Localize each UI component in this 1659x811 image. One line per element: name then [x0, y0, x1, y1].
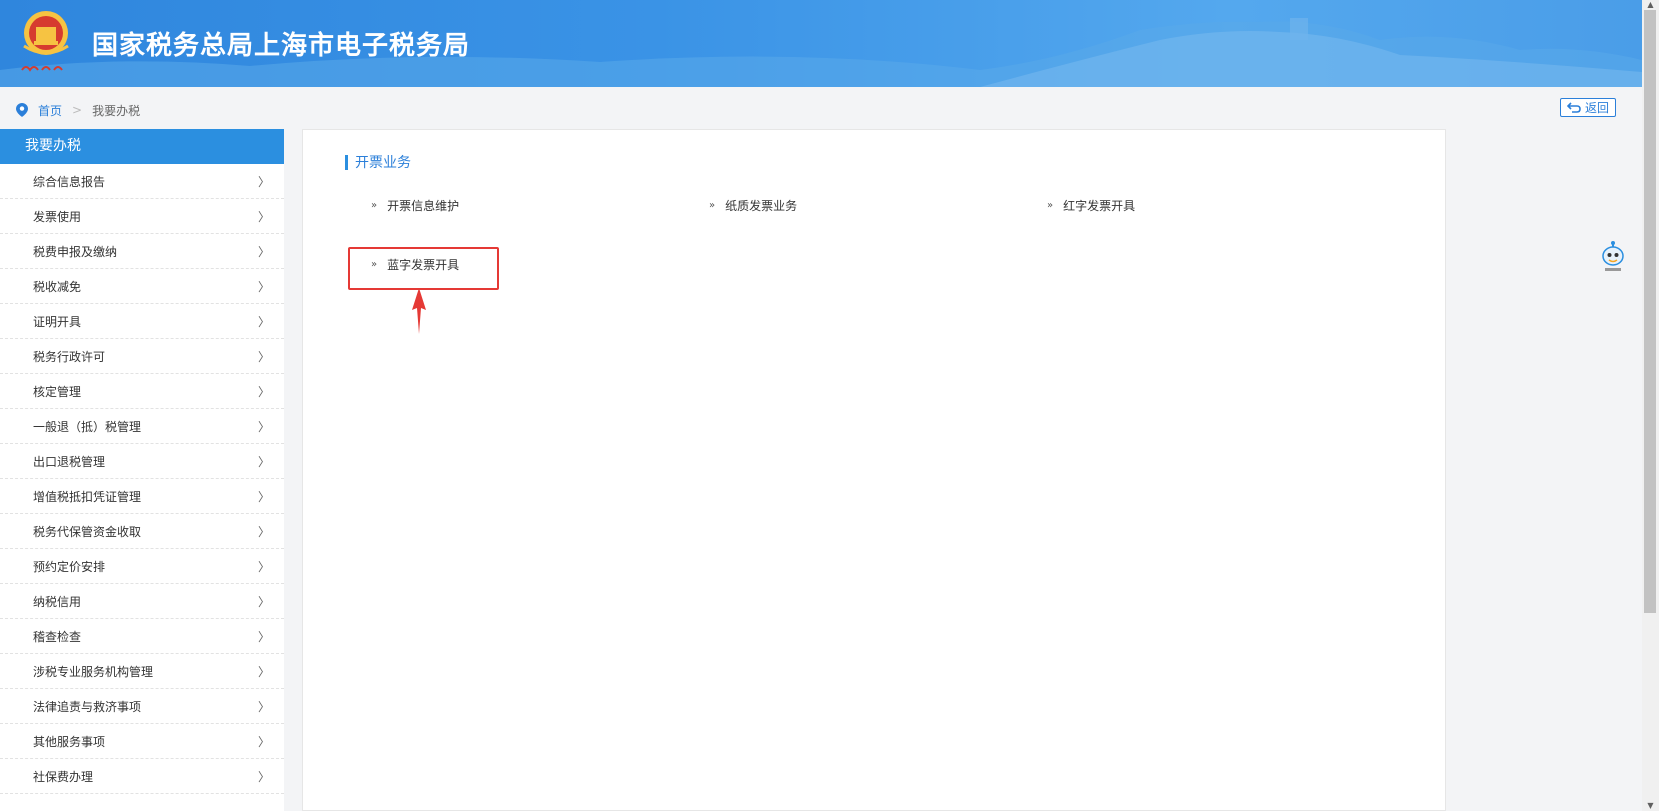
- site-title: 国家税务总局上海市电子税务局: [92, 31, 471, 61]
- sidebar-item[interactable]: 预约定价安排 〉: [0, 549, 284, 584]
- chevron-right-icon: 〉: [257, 664, 270, 679]
- chevron-right-icon: 〉: [257, 209, 270, 224]
- scroll-up-icon[interactable]: ▲: [1642, 0, 1659, 10]
- link-red-invoice-issue[interactable]: » 红字发票开具: [1047, 197, 1135, 214]
- sidebar-item[interactable]: 综合信息报告 〉: [0, 164, 284, 199]
- highlight-box: [348, 247, 499, 290]
- chevron-right-icon: 〉: [257, 559, 270, 574]
- breadcrumb-separator: >: [72, 103, 83, 117]
- site-header: 国家税务总局上海市电子税务局: [0, 0, 1642, 87]
- double-chevron-icon: »: [1047, 200, 1053, 211]
- sidebar-item-label: 增值税抵扣凭证管理: [33, 489, 142, 504]
- chevron-right-icon: 〉: [257, 314, 270, 329]
- scrollbar-thumb[interactable]: [1644, 10, 1656, 613]
- sidebar-item[interactable]: 纳税信用 〉: [0, 584, 284, 619]
- sidebar-item-label: 稽查检查: [33, 629, 82, 644]
- section-title-bar: [345, 154, 348, 170]
- sidebar-heading[interactable]: 我要办税: [0, 129, 284, 164]
- back-button[interactable]: 返回: [1560, 98, 1616, 117]
- sidebar-item-label: 综合信息报告: [33, 174, 106, 189]
- chevron-right-icon: 〉: [257, 594, 270, 609]
- chevron-right-icon: 〉: [257, 629, 270, 644]
- sidebar-item-label: 预约定价安排: [33, 559, 106, 574]
- return-arrow-icon: [1566, 102, 1581, 113]
- sidebar-item[interactable]: 其他服务事项 〉: [0, 724, 284, 759]
- sidebar-item-label: 纳税信用: [33, 594, 82, 609]
- breadcrumb: 首页 > 我要办税: [16, 101, 140, 119]
- location-pin-icon: [16, 103, 28, 117]
- section-title-text: 开票业务: [355, 155, 411, 171]
- sidebar-item[interactable]: 一般退（抵）税管理 〉: [0, 409, 284, 444]
- double-chevron-icon: »: [371, 200, 377, 211]
- assistant-robot-icon[interactable]: [1600, 240, 1626, 276]
- sidebar-item-label: 税务代保管资金收取: [33, 524, 142, 539]
- chevron-right-icon: 〉: [257, 384, 270, 399]
- sidebar-item-label: 证明开具: [33, 314, 82, 329]
- chevron-right-icon: 〉: [257, 419, 270, 434]
- red-arrow-annotation: [412, 288, 426, 334]
- chevron-right-icon: 〉: [257, 174, 270, 189]
- main-panel: 开票业务 » 开票信息维护 » 纸质发票业务 » 红字发票开具 » 蓝字发票开具: [302, 129, 1446, 811]
- chevron-right-icon: 〉: [257, 244, 270, 259]
- section-title: 开票业务: [345, 152, 411, 172]
- sidebar-item-label: 发票使用: [33, 209, 82, 224]
- sidebar-item-label: 税务行政许可: [33, 349, 106, 364]
- sidebar-item[interactable]: 发票使用 〉: [0, 199, 284, 234]
- sidebar-list: 综合信息报告〉发票使用〉税费申报及缴纳〉税收减免〉证明开具〉税务行政许可〉核定管…: [0, 164, 284, 794]
- sidebar-item[interactable]: 税费申报及缴纳 〉: [0, 234, 284, 269]
- sidebar-item[interactable]: 增值税抵扣凭证管理 〉: [0, 479, 284, 514]
- double-chevron-icon: »: [709, 200, 715, 211]
- scroll-down-icon[interactable]: ▼: [1642, 801, 1659, 811]
- vertical-scrollbar[interactable]: ▲ ▼: [1642, 0, 1659, 811]
- sidebar-item-label: 出口退税管理: [33, 454, 106, 469]
- sidebar-item-label: 税费申报及缴纳: [33, 244, 118, 259]
- sidebar-menu: 我要办税 综合信息报告〉发票使用〉税费申报及缴纳〉税收减免〉证明开具〉税务行政许…: [0, 129, 284, 811]
- sidebar-item[interactable]: 税务代保管资金收取 〉: [0, 514, 284, 549]
- sidebar-item-label: 其他服务事项: [33, 734, 106, 749]
- sidebar-item[interactable]: 社保费办理 〉: [0, 759, 284, 794]
- sidebar-item[interactable]: 税收减免 〉: [0, 269, 284, 304]
- link-paper-invoice-business[interactable]: » 纸质发票业务: [709, 197, 797, 214]
- link-label: 红字发票开具: [1063, 199, 1136, 213]
- chevron-right-icon: 〉: [257, 524, 270, 539]
- chevron-right-icon: 〉: [257, 734, 270, 749]
- breadcrumb-current: 我要办税: [92, 103, 141, 118]
- sidebar-item-label: 涉税专业服务机构管理: [33, 664, 154, 679]
- link-invoice-info-maintenance[interactable]: » 开票信息维护: [371, 197, 459, 214]
- tax-emblem-logo: [21, 11, 69, 72]
- chevron-right-icon: 〉: [257, 769, 270, 784]
- sidebar-item-label: 法律追责与救济事项: [33, 699, 142, 714]
- chevron-right-icon: 〉: [257, 454, 270, 469]
- sidebar-item-label: 社保费办理: [33, 769, 94, 784]
- chevron-right-icon: 〉: [257, 349, 270, 364]
- sidebar-item[interactable]: 稽查检查 〉: [0, 619, 284, 654]
- sidebar-item[interactable]: 税务行政许可 〉: [0, 339, 284, 374]
- sidebar-item-label: 核定管理: [33, 384, 82, 399]
- chevron-right-icon: 〉: [257, 489, 270, 504]
- sidebar-item[interactable]: 涉税专业服务机构管理 〉: [0, 654, 284, 689]
- breadcrumb-home-link[interactable]: 首页: [38, 102, 62, 119]
- link-label: 纸质发票业务: [725, 199, 798, 213]
- sidebar-item-label: 税收减免: [33, 279, 82, 294]
- chevron-right-icon: 〉: [257, 279, 270, 294]
- sidebar-item-label: 一般退（抵）税管理: [33, 419, 142, 434]
- sidebar-item[interactable]: 证明开具 〉: [0, 304, 284, 339]
- chevron-right-icon: 〉: [257, 699, 270, 714]
- back-button-label: 返回: [1584, 101, 1609, 115]
- link-label: 开票信息维护: [387, 199, 460, 213]
- sidebar-item[interactable]: 法律追责与救济事项 〉: [0, 689, 284, 724]
- sidebar-item[interactable]: 核定管理 〉: [0, 374, 284, 409]
- sidebar-item[interactable]: 出口退税管理 〉: [0, 444, 284, 479]
